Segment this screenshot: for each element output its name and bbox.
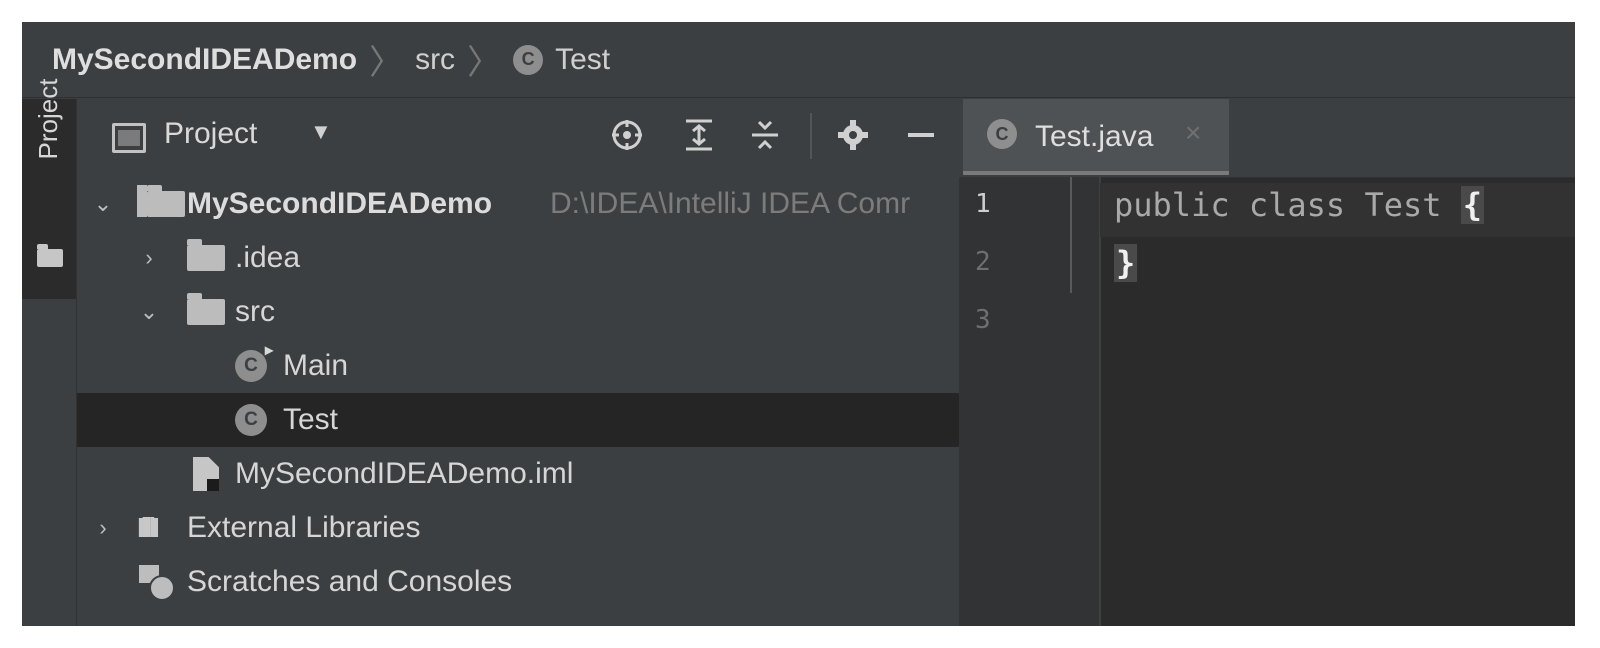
breadcrumb-separator-icon: 〉 <box>369 44 404 82</box>
tree-node-test[interactable]: C Test <box>77 393 959 447</box>
runnable-class-icon: C <box>235 340 273 382</box>
project-view-icon <box>112 123 146 153</box>
expand-all-icon[interactable] <box>677 113 721 157</box>
editor-tab-label: Test.java <box>1035 120 1154 153</box>
tree-node-idea[interactable]: › .idea <box>77 231 959 285</box>
class-icon: C <box>235 404 267 436</box>
tree-node-src[interactable]: ⌄ src <box>77 285 959 339</box>
tree-label: MySecondIDEADemo.iml <box>235 457 574 490</box>
line-number: 1 <box>975 189 991 219</box>
chevron-down-icon[interactable]: ⌄ <box>137 299 161 325</box>
line-number: 3 <box>975 305 991 335</box>
breadcrumb-class[interactable]: Test <box>555 43 610 77</box>
tree-node-main[interactable]: C Main <box>77 339 959 393</box>
chevron-down-icon[interactable]: ▼ <box>310 119 332 145</box>
module-folder-icon <box>137 185 185 217</box>
locate-icon[interactable] <box>605 113 649 157</box>
matched-brace: { <box>1460 186 1485 224</box>
folder-icon <box>187 239 225 271</box>
close-icon[interactable]: × <box>1185 117 1201 149</box>
tree-label: Main <box>283 349 349 382</box>
tree-root-name: MySecondIDEADemo <box>187 187 493 220</box>
scratches-icon <box>139 565 175 601</box>
tree-label: src <box>235 295 275 328</box>
folder-icon <box>37 244 63 267</box>
project-panel: Project ▼ ⌄ MySecondIDEADemo D:\IDEA\Int… <box>77 99 959 626</box>
matched-brace: } <box>1114 244 1138 282</box>
class-icon: C <box>513 44 544 75</box>
editor-tab-test-java[interactable]: C Test.java × <box>963 99 1229 175</box>
tree-node-project-root[interactable]: ⌄ MySecondIDEADemo D:\IDEA\IntelliJ IDEA… <box>77 177 959 231</box>
editor-area: C Test.java × 1 2 3 public class Test { … <box>959 99 1575 626</box>
chevron-right-icon[interactable]: › <box>91 515 115 541</box>
library-icon: IlllI <box>137 512 160 543</box>
chevron-down-icon[interactable]: ⌄ <box>91 191 115 217</box>
fold-guide <box>1070 177 1072 293</box>
editor-gutter: 1 2 3 <box>959 177 1101 626</box>
class-icon: C <box>987 119 1017 149</box>
tree-label: Test <box>283 403 339 436</box>
project-panel-header: Project ▼ <box>77 99 959 177</box>
tree-node-scratches[interactable]: Scratches and Consoles <box>77 555 959 609</box>
editor-tab-bar: C Test.java × <box>959 99 1575 178</box>
collapse-all-icon[interactable] <box>743 113 787 157</box>
gear-icon[interactable] <box>831 113 875 157</box>
breadcrumb-folder[interactable]: src <box>415 43 455 77</box>
tree-label: Scratches and Consoles <box>187 565 513 598</box>
line-number: 2 <box>975 247 991 277</box>
tree-label: .idea <box>235 241 301 274</box>
tree-node-external-libraries[interactable]: › IlllI External Libraries <box>77 501 959 555</box>
code-line-1: public class Test { <box>1114 186 1485 224</box>
code-editor[interactable]: public class Test { } <box>1100 177 1575 626</box>
project-tool-window-tab[interactable]: Project <box>22 79 76 299</box>
module-file-icon <box>193 457 219 491</box>
breadcrumb-separator-icon: 〉 <box>467 44 502 82</box>
code-text: public class Test <box>1114 186 1461 224</box>
tool-window-strip: Project <box>22 79 77 626</box>
navigation-breadcrumb: MySecondIDEADemo 〉 src 〉 C Test <box>22 22 1575 98</box>
tree-label: External Libraries <box>187 511 421 544</box>
tree-node-iml[interactable]: MySecondIDEADemo.iml <box>77 447 959 501</box>
header-divider <box>810 113 812 159</box>
source-folder-icon <box>187 293 225 325</box>
ide-window: MySecondIDEADemo 〉 src 〉 C Test Project … <box>22 22 1575 626</box>
project-tool-window-label: Project <box>33 78 63 160</box>
chevron-right-icon[interactable]: › <box>137 245 161 271</box>
breadcrumb-project[interactable]: MySecondIDEADemo <box>52 43 357 77</box>
minimize-icon[interactable] <box>899 113 943 157</box>
code-line-2: } <box>1114 244 1138 282</box>
project-view-selector[interactable]: Project <box>164 117 257 151</box>
tree-root-path: D:\IDEA\IntelliJ IDEA Comr <box>550 187 911 220</box>
